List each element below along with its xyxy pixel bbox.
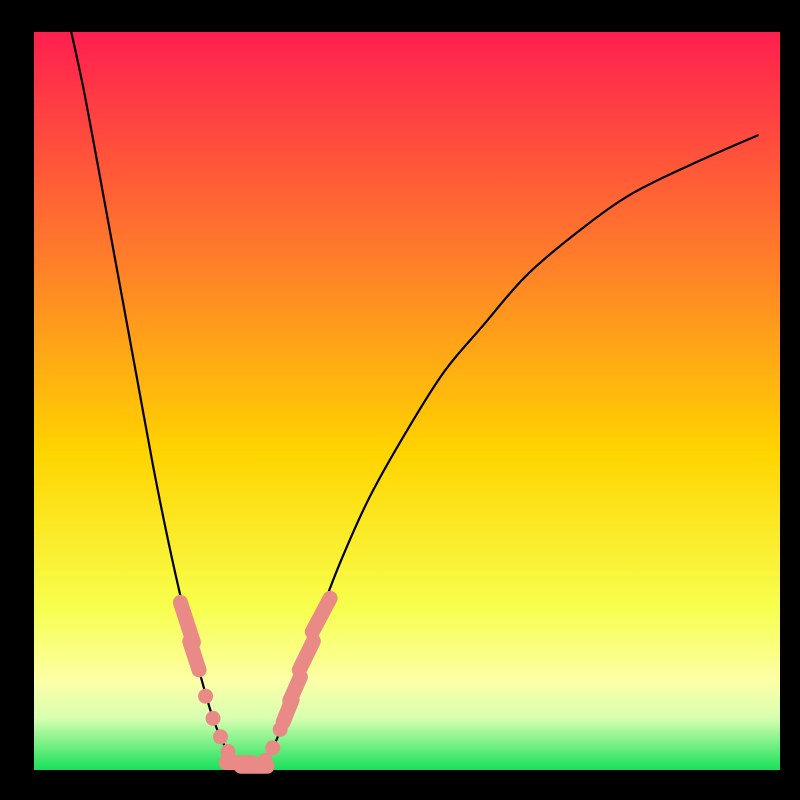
curve-marker bbox=[290, 677, 301, 701]
bottleneck-curve-chart bbox=[0, 0, 800, 800]
curve-marker bbox=[206, 711, 221, 726]
curve-marker bbox=[213, 729, 228, 744]
plot-background bbox=[34, 32, 780, 770]
chart-stage: TheBottleneck.com bbox=[0, 0, 800, 800]
curve-marker bbox=[198, 689, 213, 704]
curve-marker bbox=[258, 753, 273, 768]
curve-marker bbox=[190, 641, 199, 670]
curve-marker bbox=[265, 740, 280, 755]
